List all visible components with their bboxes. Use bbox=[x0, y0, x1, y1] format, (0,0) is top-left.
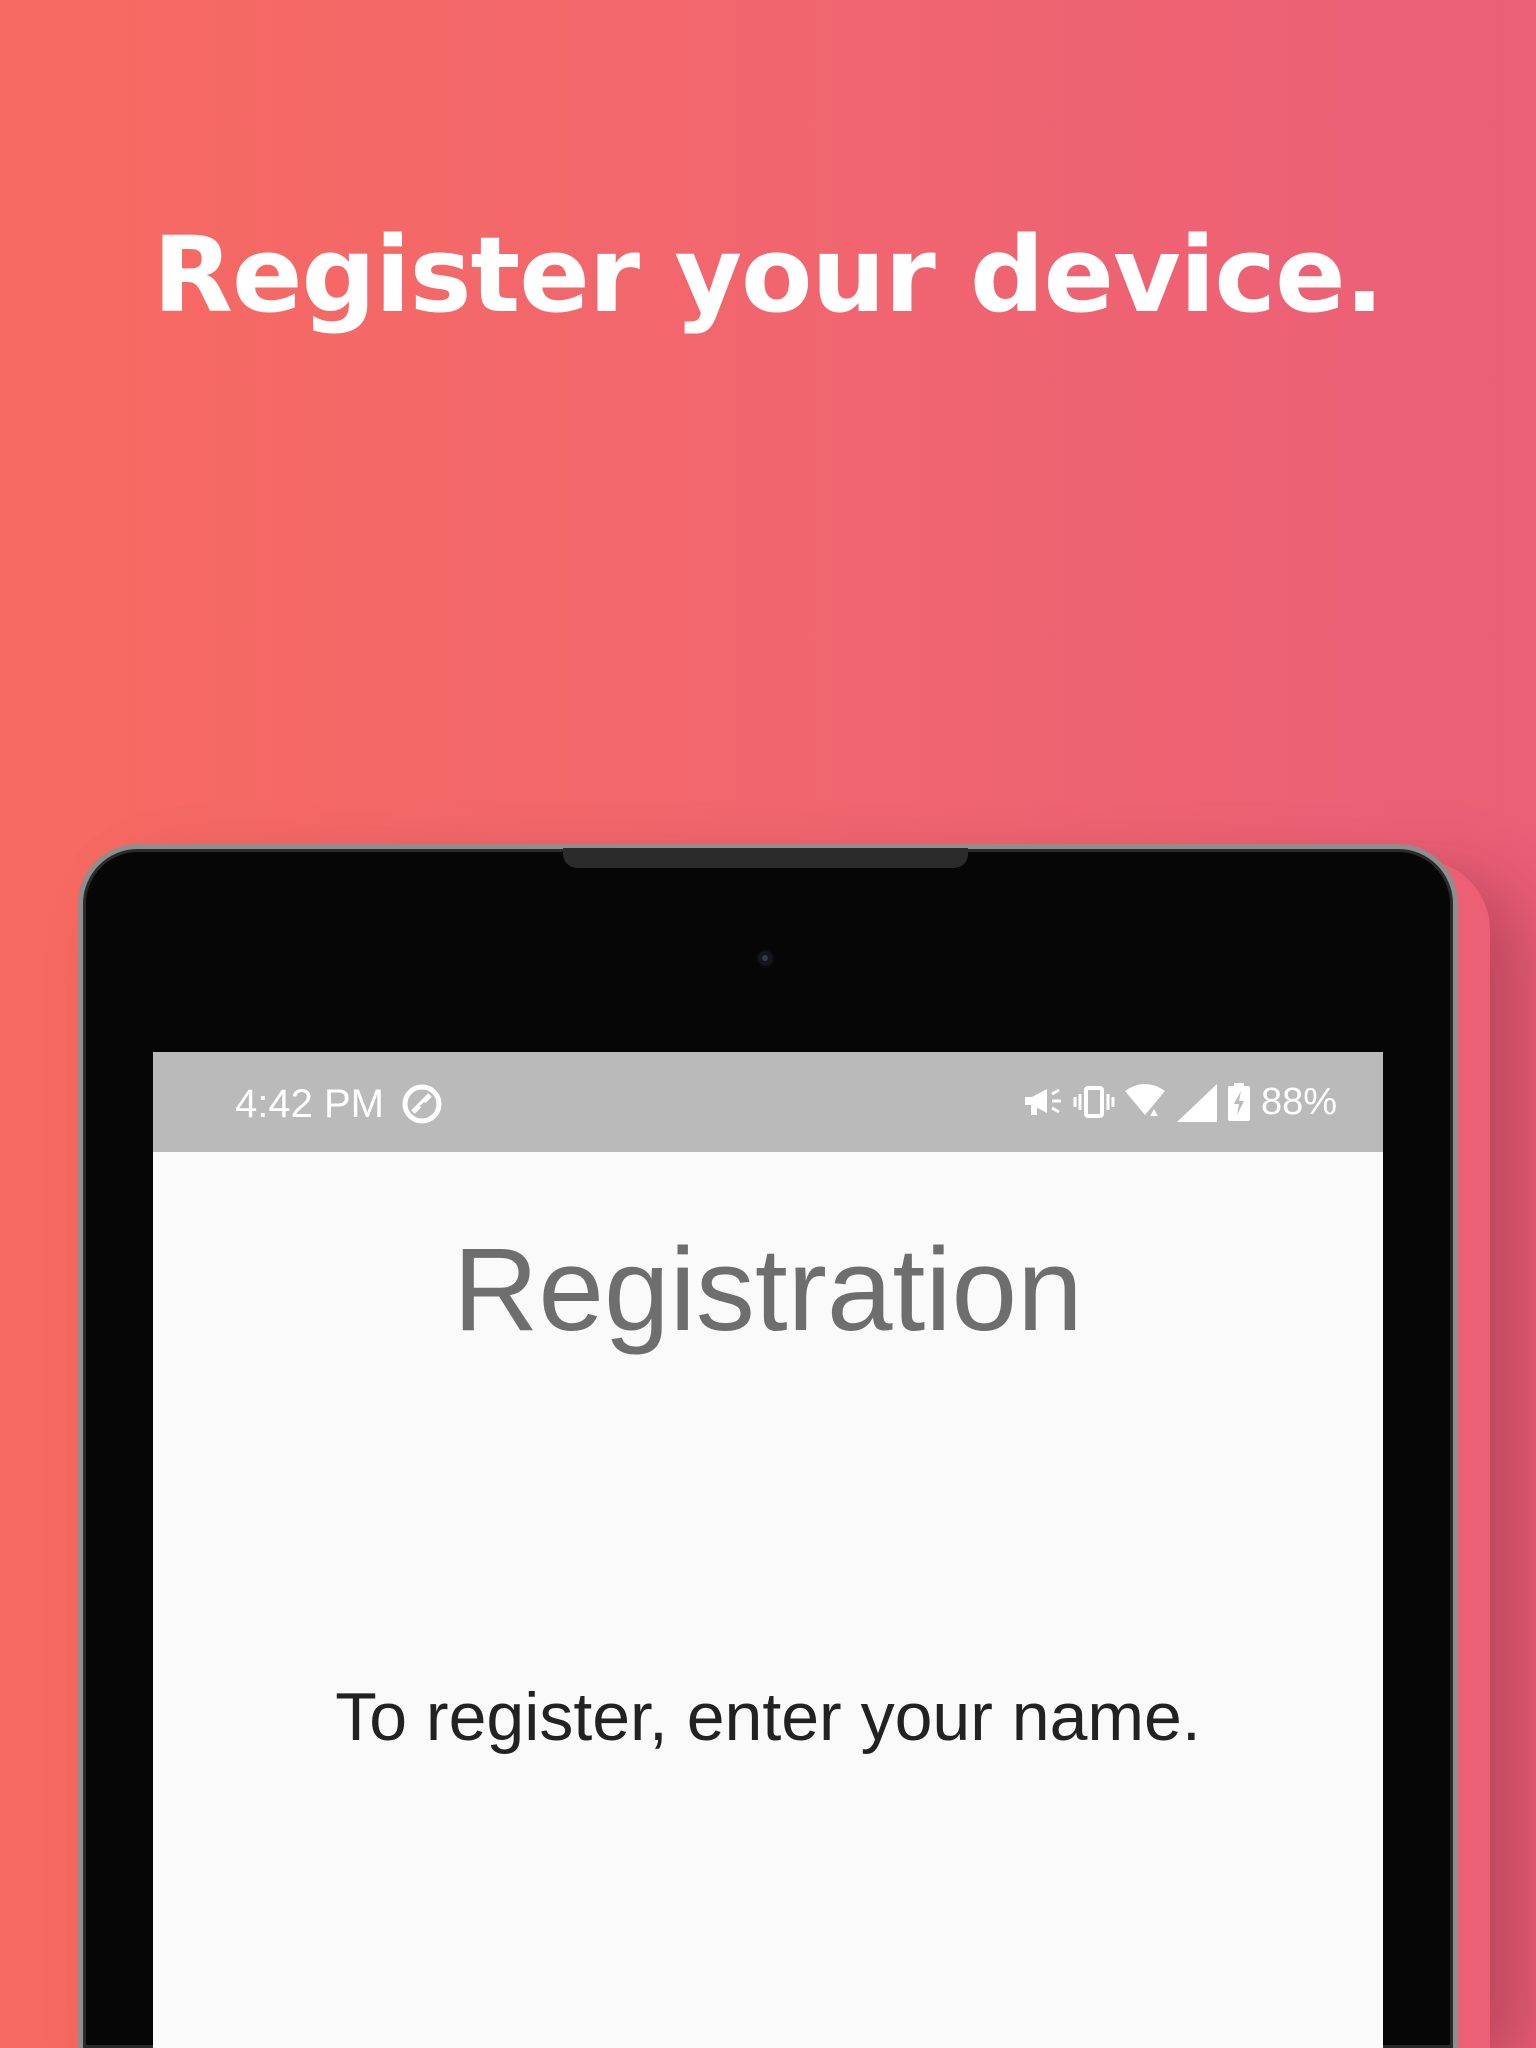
speaker-notch bbox=[563, 848, 968, 868]
status-time: 4:42 PM bbox=[235, 1082, 384, 1126]
cell-signal-icon bbox=[1175, 1082, 1227, 1122]
promo-headline: Register your device. bbox=[152, 214, 1384, 336]
vibrate-icon bbox=[1073, 1085, 1123, 1119]
status-icons: 88% bbox=[1023, 1078, 1337, 1126]
data-saver-icon bbox=[400, 1082, 444, 1126]
page-title: Registration bbox=[453, 1224, 1083, 1356]
megaphone-icon bbox=[1023, 1085, 1073, 1119]
front-camera bbox=[758, 951, 773, 966]
battery-percentage: 88% bbox=[1260, 1081, 1337, 1123]
battery-charging-icon bbox=[1227, 1082, 1259, 1122]
status-bar: 4:42 PM 88% bbox=[153, 1052, 1383, 1152]
registration-instruction: To register, enter your name. bbox=[335, 1679, 1201, 1755]
wifi-icon bbox=[1123, 1083, 1175, 1121]
tablet-screen: 4:42 PM 88% Registration To register, en… bbox=[153, 1052, 1383, 2048]
